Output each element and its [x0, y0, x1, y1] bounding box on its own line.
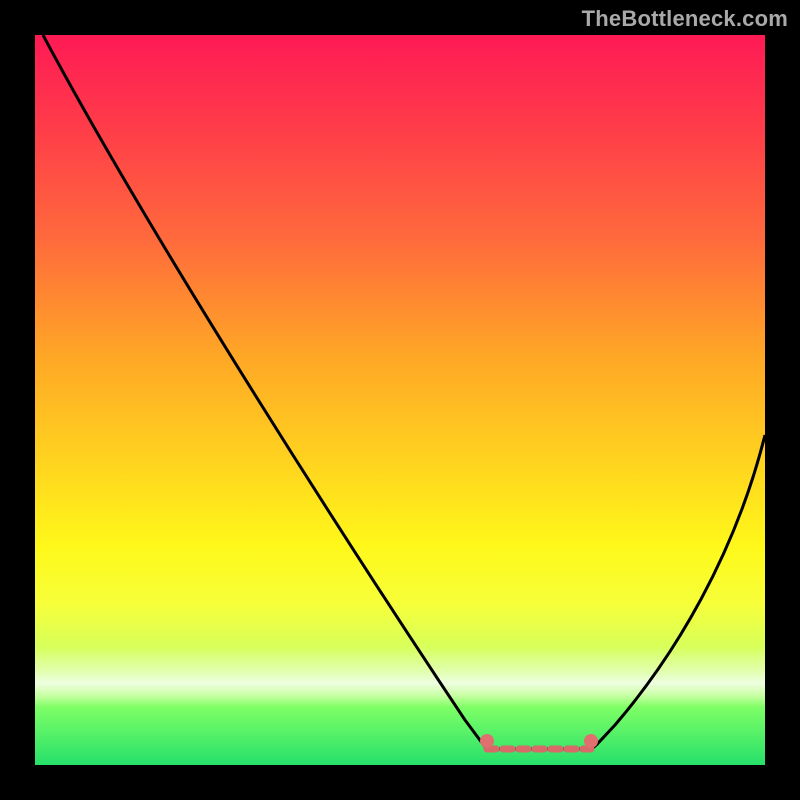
- curve-layer: [35, 35, 765, 765]
- marker-left: [480, 734, 494, 748]
- marker-right: [584, 734, 598, 748]
- plot-area: [35, 35, 765, 765]
- watermark-text: TheBottleneck.com: [582, 6, 788, 32]
- chart-frame: TheBottleneck.com: [0, 0, 800, 800]
- bottleneck-curve: [43, 35, 765, 749]
